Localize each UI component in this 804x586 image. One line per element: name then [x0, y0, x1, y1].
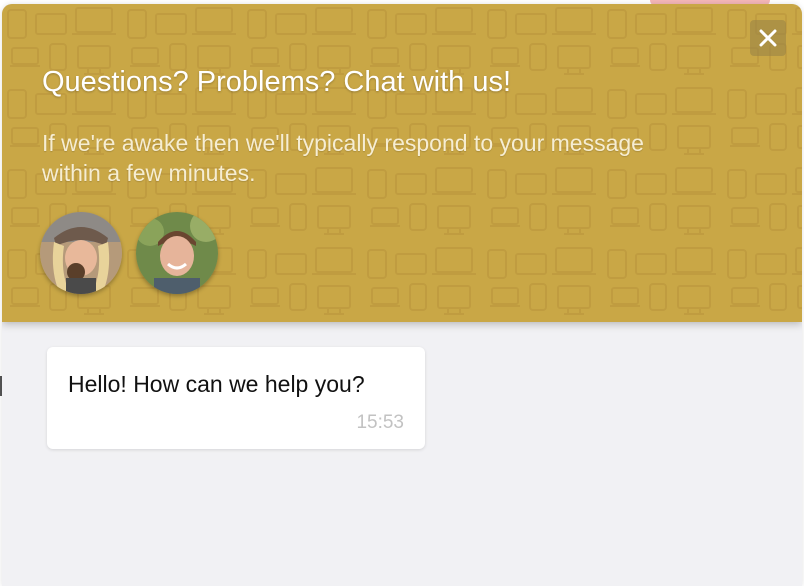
chat-subtitle: If we're awake then we'll typically resp…: [42, 130, 644, 186]
message-timestamp: 15:53: [356, 412, 404, 433]
close-button[interactable]: [750, 20, 786, 56]
message-bubble: Hello! How can we help you? 15:53: [47, 347, 425, 449]
avatar: [40, 212, 122, 294]
chat-widget: Questions? Problems? Chat with us! If we…: [2, 4, 802, 586]
close-icon: [759, 29, 777, 47]
chat-title: Questions? Problems? Chat with us!: [42, 66, 512, 98]
message-text: Hello! How can we help you?: [68, 371, 365, 397]
team-avatars: [40, 212, 218, 294]
chat-header: Questions? Problems? Chat with us! If we…: [2, 4, 802, 322]
avatar: [136, 212, 218, 294]
